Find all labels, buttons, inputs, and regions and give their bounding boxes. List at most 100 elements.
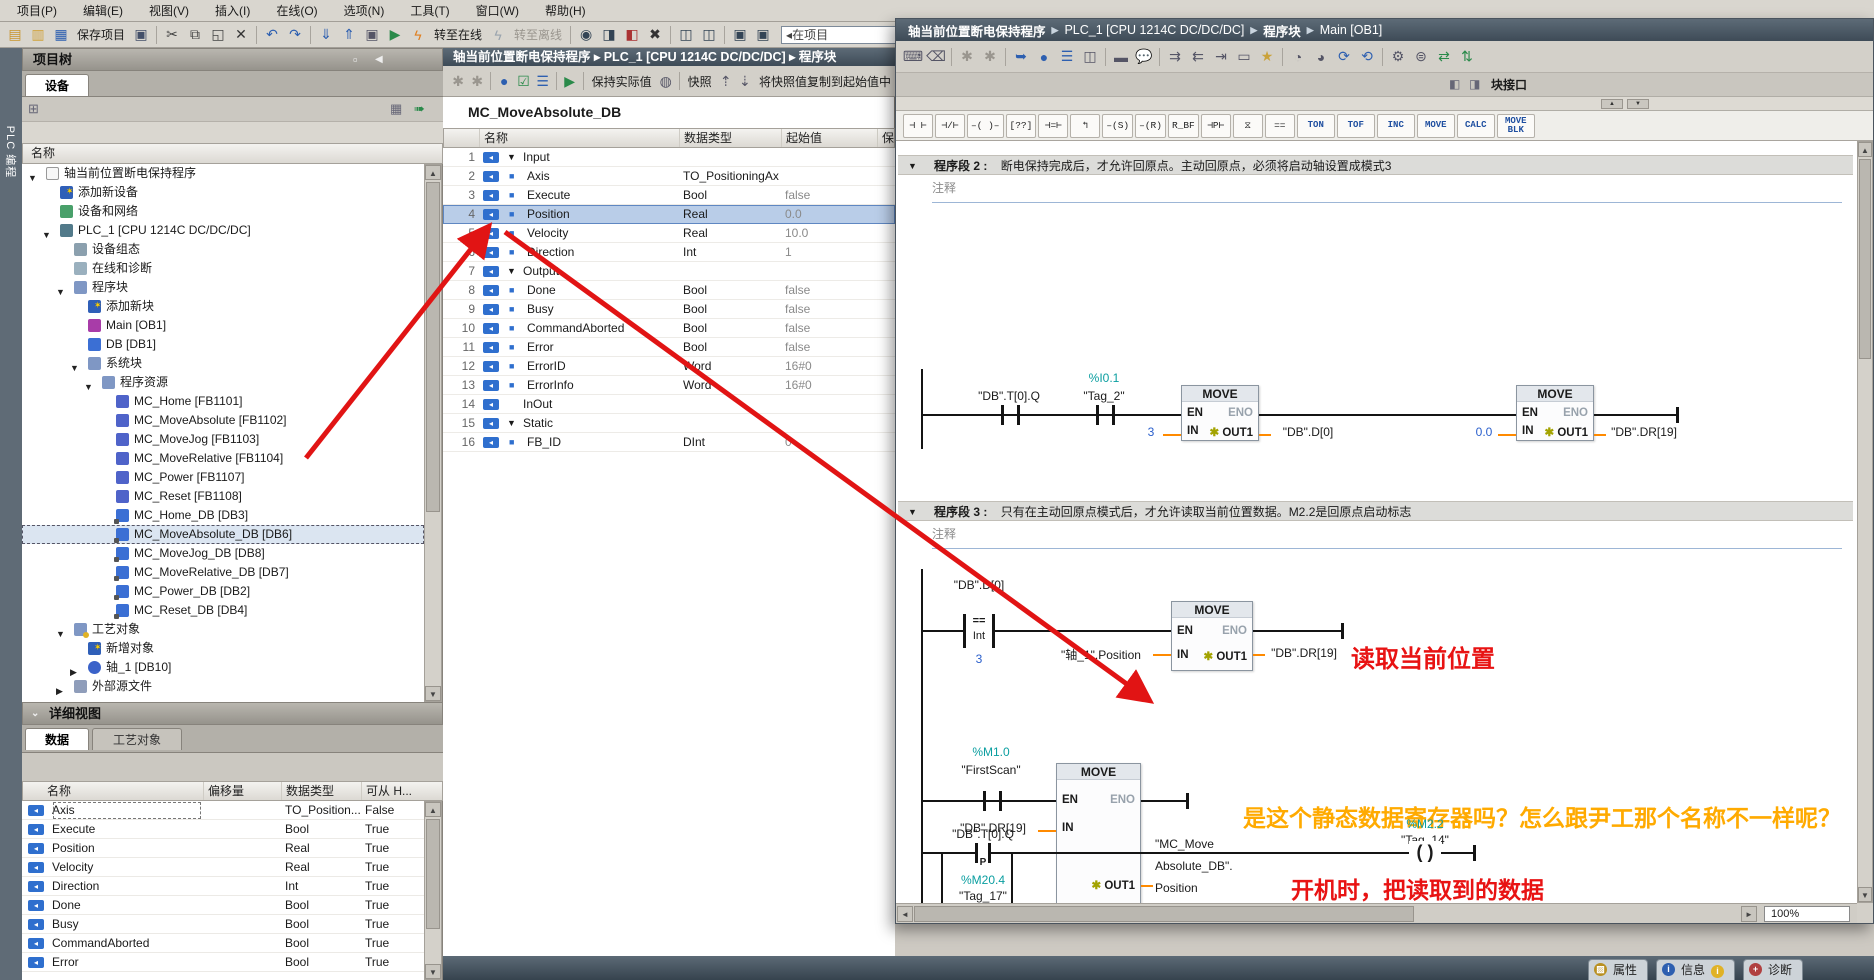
go-offline-icon[interactable]: ϟ <box>487 24 509 46</box>
save-project-label[interactable]: 保存项目 <box>73 26 129 43</box>
interface-icon[interactable]: ◧ <box>1449 77 1460 91</box>
contact-tag[interactable]: "FirstScan" <box>961 763 1020 777</box>
table-view-icon[interactable]: ▦ <box>390 101 402 117</box>
ladder-hscrollbar[interactable]: ◄ ► 100% <box>896 903 1857 923</box>
scroll-down-icon[interactable]: ▼ <box>1858 887 1872 902</box>
diagnostics-icon[interactable]: ◉ <box>575 24 597 46</box>
tree-item-系统块[interactable]: ▼系统块 <box>22 354 424 373</box>
tree-item-轴_1-DB10-[interactable]: ▶轴_1 [DB10] <box>22 658 424 677</box>
scroll-up-icon[interactable]: ▲ <box>1858 142 1872 157</box>
insert-row-icon[interactable]: ✱ <box>449 70 467 92</box>
contact-address[interactable]: %M1.0 <box>972 745 1009 759</box>
contact-address[interactable]: %I0.1 <box>1089 371 1120 385</box>
tab-devices[interactable]: 设备 <box>25 74 89 96</box>
compare-contact[interactable]: == Int <box>963 614 995 648</box>
db-row-Axis[interactable]: 2◂■AxisTO_PositioningAxis <box>443 167 895 186</box>
absolute-operands-icon[interactable]: ▬ <box>1110 46 1132 68</box>
favorite-block-TOF[interactable]: TOF <box>1337 114 1375 138</box>
block-interface-label[interactable]: 块接口 <box>1491 76 1527 93</box>
tree-item-程序资源[interactable]: ▼程序资源 <box>22 373 424 392</box>
zoom-select[interactable]: 100% <box>1764 906 1850 922</box>
detail-scrollbar[interactable]: ▲ ▼ <box>424 801 442 980</box>
collapse-panel-icon[interactable]: ◀ <box>375 49 383 71</box>
sync-icon[interactable]: ⇄ <box>1433 46 1455 68</box>
tree-item-设备和网络[interactable]: 设备和网络 <box>22 202 424 221</box>
tree-item-MC_Home_DB-DB3-[interactable]: MC_Home_DB [DB3] <box>22 506 424 525</box>
network-2-comment[interactable]: 注释 <box>932 177 1842 203</box>
tree-item-MC_MoveJog_DB-DB8-[interactable]: MC_MoveJog_DB [DB8] <box>22 544 424 563</box>
hscroll-thumb[interactable] <box>914 906 1414 922</box>
copy-icon[interactable]: ⧉ <box>184 24 206 46</box>
compare-icon[interactable]: ⊜ <box>1410 46 1432 68</box>
tree-scrollbar[interactable]: ▲ ▼ <box>424 164 442 702</box>
pin-icon[interactable]: ▫ <box>353 49 358 71</box>
detail-col-offset[interactable]: 偏移量 <box>204 782 282 800</box>
tab-tech-objects[interactable]: 工艺对象 <box>92 728 182 750</box>
menu-item-6[interactable]: 工具(T) <box>397 0 462 22</box>
go-online-button[interactable]: 转至在线 <box>430 26 486 43</box>
tree-item-MC_Reset-FB1108-[interactable]: MC_Reset [FB1108] <box>22 487 424 506</box>
db-col-type[interactable]: 数据类型 <box>680 129 782 147</box>
paste-icon[interactable]: ◱ <box>207 24 229 46</box>
inspector-tab-诊断[interactable]: +诊断 <box>1743 959 1803 980</box>
tree-item-设备组态[interactable]: 设备组态 <box>22 240 424 259</box>
breadcrumb-project[interactable]: 轴当前位置断电保持程序 <box>908 21 1046 40</box>
favorite-block-INC[interactable]: INC <box>1377 114 1415 138</box>
apply-icon[interactable]: ☑ <box>514 70 532 92</box>
detail-collapse-icon[interactable]: ⌄ <box>31 703 39 725</box>
jump-icon[interactable]: ⇥ <box>1210 46 1232 68</box>
db-row-Done[interactable]: 8◂■DoneBoolfalse <box>443 281 895 300</box>
download-icon[interactable]: ⇓ <box>315 24 337 46</box>
save-project-icon[interactable]: ▦ <box>50 24 72 46</box>
update-icon[interactable]: ⟳ <box>1333 46 1355 68</box>
db-row-Position[interactable]: 4◂■PositionReal0.0 <box>443 205 895 224</box>
move-block[interactable]: MOVE EN ENO IN ✱ OUT1 <box>1516 385 1594 441</box>
go-online-icon[interactable]: ϟ <box>407 24 429 46</box>
collapse-all-icon[interactable]: ◫ <box>1079 46 1101 68</box>
plc-programming-rail-label[interactable]: PLC 编程 <box>3 105 19 199</box>
window-icon[interactable]: ▣ <box>729 24 751 46</box>
menu-item-7[interactable]: 窗口(W) <box>463 0 532 22</box>
expand-icon[interactable]: ☰ <box>534 70 552 92</box>
detail-scroll-down-icon[interactable]: ▼ <box>425 964 441 979</box>
favorite-instruction-icon-6[interactable]: –(S) <box>1102 114 1133 138</box>
detail-row-Busy[interactable]: ◂BusyBoolTrue <box>22 915 424 934</box>
expander-right-icon[interactable]: ▶ <box>56 682 63 701</box>
db-row-Output[interactable]: 7◂▼Output <box>443 262 895 281</box>
move-out-dest-multiline[interactable]: "MC_Move Absolute_DB". Position <box>1155 833 1265 899</box>
db-col-name[interactable]: 名称 <box>480 129 680 147</box>
keep-actual-values-button[interactable]: 保持实际值 <box>588 73 656 90</box>
copy-snapshot-up-icon[interactable]: ⇡ <box>717 70 735 92</box>
breadcrumb-plc[interactable]: PLC_1 [CPU 1214C DC/DC/DC] <box>1064 23 1244 37</box>
menu-item-5[interactable]: 选项(N) <box>331 0 398 22</box>
move-block[interactable]: MOVE EN ENO IN ✱ OUT1 <box>1056 763 1141 903</box>
favorite-instruction-icon-10[interactable]: ⧖ <box>1233 114 1263 138</box>
db-row-ErrorInfo[interactable]: 13◂■ErrorInfoWord16#0 <box>443 376 895 395</box>
tree-item-MC_Home-FB1101-[interactable]: MC_Home [FB1101] <box>22 392 424 411</box>
new-project-icon[interactable]: ▤ <box>4 24 26 46</box>
settings-icon[interactable]: ⚙ <box>1387 46 1409 68</box>
move-block[interactable]: MOVE EN ENO IN ✱ OUT1 <box>1181 385 1259 441</box>
interface2-icon[interactable]: ◨ <box>1469 77 1480 91</box>
tree-item-添加新块[interactable]: ✶添加新块 <box>22 297 424 316</box>
start-rt-icon[interactable]: ▶ <box>384 24 406 46</box>
delete-network-icon[interactable]: ⌫ <box>925 46 947 68</box>
db-row-Execute[interactable]: 3◂■ExecuteBoolfalse <box>443 186 895 205</box>
contact-tag[interactable]: "Tag_2" <box>1083 389 1124 403</box>
vscroll-thumb[interactable] <box>1859 159 1871 359</box>
detail-row-Done[interactable]: ◂DoneBoolTrue <box>22 896 424 915</box>
tree-item-MC_Power_DB-DB2-[interactable]: MC_Power_DB [DB2] <box>22 582 424 601</box>
tree-item-新增对象[interactable]: ✶新增对象 <box>22 639 424 658</box>
tree-item-DB-DB1-[interactable]: DB [DB1] <box>22 335 424 354</box>
move-out-dest[interactable]: "DB".DR[19] <box>1271 646 1337 660</box>
compare-value[interactable]: 3 <box>976 652 983 666</box>
ladder-vscrollbar[interactable]: ▲ ▼ <box>1857 141 1873 903</box>
favorite-block-MOVE[interactable]: MOVE <box>1417 114 1455 138</box>
favorite-block-TON[interactable]: TON <box>1297 114 1335 138</box>
call-struct-icon[interactable]: ◕ <box>1310 46 1332 68</box>
move-out-dest[interactable]: "DB".D[0] <box>1283 425 1334 439</box>
network-3-header[interactable]: ▼ 程序段 3 : 只有在主动回原点模式后，才允许读取当前位置数据。M2.2是回… <box>898 501 1853 521</box>
menu-item-0[interactable]: 项目(P) <box>4 0 70 22</box>
tree-item-程序块[interactable]: ▼程序块 <box>22 278 424 297</box>
tree-item-外部源文件[interactable]: ▶外部源文件 <box>22 677 424 696</box>
